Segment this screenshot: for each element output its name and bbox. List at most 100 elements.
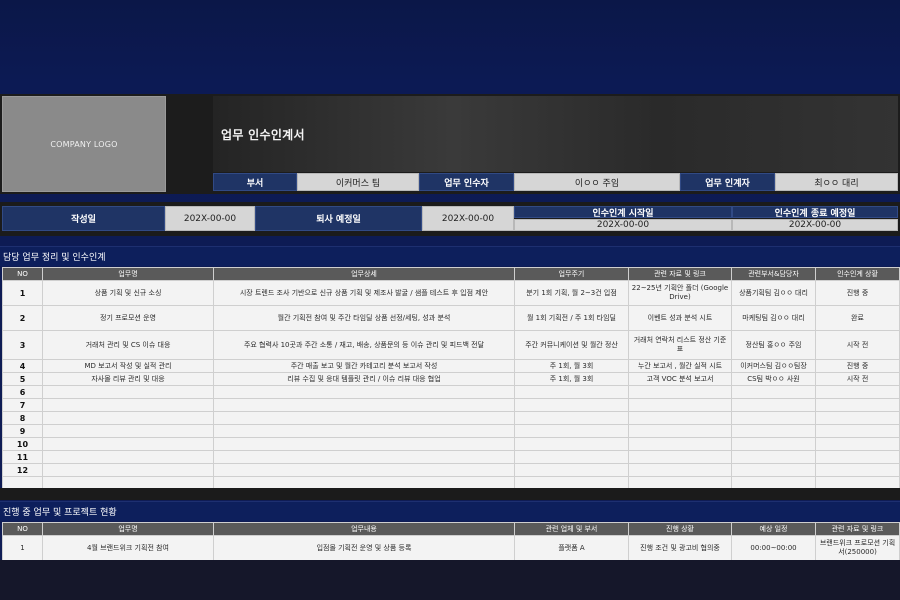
row-task-name[interactable]: 거래처 관리 및 CS 이슈 대응 <box>42 330 214 360</box>
row-references[interactable] <box>628 437 732 451</box>
row-partner[interactable]: 플랫폼 A <box>514 535 629 561</box>
row-task-detail[interactable] <box>213 411 515 425</box>
row-status[interactable]: 진행 중 <box>815 280 900 306</box>
col-task-name: 업무명 <box>42 267 214 281</box>
row-task-detail[interactable] <box>213 463 515 477</box>
row-task-detail[interactable]: 시장 트렌드 조사 기반으로 신규 상품 기획 및 제조사 발굴 / 샘플 테스… <box>213 280 515 306</box>
row-task-detail[interactable] <box>213 424 515 438</box>
duties-header-row: NO 업무명 업무상세 업무주기 관련 자료 및 링크 관련부서&담당자 인수인… <box>2 267 900 281</box>
row-owner[interactable]: 마케팅팀 김ㅇㅇ 대리 <box>731 305 816 331</box>
row-references[interactable] <box>628 424 732 438</box>
row-owner[interactable]: CS팀 박ㅇㅇ 사원 <box>731 372 816 386</box>
row-task-content[interactable]: 입점몰 기획전 운영 및 상품 등록 <box>213 535 515 561</box>
row-task-detail[interactable] <box>213 385 515 399</box>
bottom-band <box>0 560 900 600</box>
row-schedule[interactable]: 00:00~00:00 <box>731 535 816 561</box>
row-owner[interactable] <box>731 385 816 399</box>
section-duties-title: 담당 업무 정리 및 인수인계 <box>0 246 900 266</box>
row-owner[interactable]: 정산팀 홍ㅇㅇ 주임 <box>731 330 816 360</box>
row-status[interactable] <box>815 385 900 399</box>
row-references[interactable]: 거래처 연락처 리스트 정산 기준표 <box>628 330 732 360</box>
row-task-name[interactable] <box>42 424 214 438</box>
row-task-name[interactable]: 자사몰 리뷰 관리 및 대응 <box>42 372 214 386</box>
row-task-detail[interactable]: 주간 매출 보고 및 월간 카테고리 분석 보고서 작성 <box>213 359 515 373</box>
row-task-detail[interactable] <box>213 398 515 412</box>
row-status[interactable]: 완료 <box>815 305 900 331</box>
row-references[interactable]: 누간 보고서 , 월간 실적 시트 <box>628 359 732 373</box>
row-task-detail[interactable] <box>213 437 515 451</box>
row-status[interactable] <box>815 424 900 438</box>
table-row: 8 <box>2 411 900 425</box>
row-status[interactable] <box>815 450 900 464</box>
row-task-detail[interactable] <box>213 450 515 464</box>
row-task-cycle[interactable] <box>514 463 629 477</box>
row-task-name[interactable] <box>42 463 214 477</box>
row-task-cycle[interactable] <box>514 398 629 412</box>
row-task-cycle[interactable]: 분기 1회 기획, 월 2~3건 입점 <box>514 280 629 306</box>
row-task-cycle[interactable] <box>514 450 629 464</box>
leave-date-value[interactable]: 202X-00-00 <box>422 206 514 231</box>
row-task-cycle[interactable] <box>514 424 629 438</box>
row-owner[interactable]: 이커머스팀 김ㅇㅇ팀장 <box>731 359 816 373</box>
title-area <box>213 96 898 172</box>
row-task-cycle[interactable] <box>514 385 629 399</box>
row-task-name[interactable]: 4월 브랜드위크 기획전 참여 <box>42 535 214 561</box>
row-status[interactable]: 시작 전 <box>815 372 900 386</box>
row-task-detail[interactable]: 월간 기획전 참여 및 주간 타임딜 상품 선정/세팅, 성과 분석 <box>213 305 515 331</box>
row-references[interactable]: 브랜드위크 프로모션 기획서(250000) <box>815 535 900 561</box>
row-owner[interactable] <box>731 398 816 412</box>
row-status[interactable]: 시작 전 <box>815 330 900 360</box>
row-owner[interactable] <box>731 463 816 477</box>
row-progress[interactable]: 진행 조건 및 광고비 협의중 <box>628 535 732 561</box>
row-task-name[interactable]: 정기 프로모션 운영 <box>42 305 214 331</box>
row-task-cycle[interactable]: 월 1회 기획전 / 주 1회 타임딜 <box>514 305 629 331</box>
dept-value[interactable]: 이커머스 팀 <box>297 173 419 191</box>
row-task-name[interactable] <box>42 385 214 399</box>
row-task-cycle[interactable] <box>514 411 629 425</box>
row-references[interactable]: 고객 VOC 분석 보고서 <box>628 372 732 386</box>
row-references[interactable] <box>628 411 732 425</box>
row-task-cycle[interactable]: 주 1회, 월 3회 <box>514 359 629 373</box>
row-task-name[interactable] <box>42 411 214 425</box>
row-task-cycle[interactable]: 주간 커뮤니케이션 및 월간 정산 <box>514 330 629 360</box>
col-task-name: 업무명 <box>42 522 214 536</box>
row-no: 10 <box>2 437 43 451</box>
row-owner[interactable] <box>731 437 816 451</box>
section-gap <box>0 488 900 500</box>
row-task-detail[interactable]: 주요 협력사 10곳과 주간 소통 / 재고, 배송, 상품문의 등 이슈 관리… <box>213 330 515 360</box>
row-owner[interactable] <box>731 411 816 425</box>
table-row: 9 <box>2 424 900 438</box>
row-references[interactable] <box>628 385 732 399</box>
row-status[interactable]: 진행 중 <box>815 359 900 373</box>
row-references[interactable]: 이벤트 성과 분석 시트 <box>628 305 732 331</box>
handover-start-value[interactable]: 202X-00-00 <box>514 219 732 231</box>
row-status[interactable] <box>815 437 900 451</box>
row-task-name[interactable]: 상품 기획 및 신규 소싱 <box>42 280 214 306</box>
giver-value[interactable]: 최ㅇㅇ 대리 <box>775 173 898 191</box>
row-task-cycle[interactable]: 주 1회, 월 3회 <box>514 372 629 386</box>
written-date-value[interactable]: 202X-00-00 <box>165 206 255 231</box>
row-references[interactable]: 22~25년 기획안 폴더 (Google Drive) <box>628 280 732 306</box>
row-task-cycle[interactable] <box>514 437 629 451</box>
row-owner[interactable]: 상품기획팀 김ㅇㅇ 대리 <box>731 280 816 306</box>
projects-table-wrap: NO 업무명 업무내용 관련 업체 및 부서 진행 상황 예상 일정 관련 자료… <box>2 522 900 561</box>
receiver-value[interactable]: 이ㅇㅇ 주임 <box>514 173 680 191</box>
table-row: 1 상품 기획 및 신규 소싱 시장 트렌드 조사 기반으로 신규 상품 기획 … <box>2 280 900 306</box>
row-task-name[interactable]: MD 보고서 작성 및 실적 관리 <box>42 359 214 373</box>
row-task-name[interactable] <box>42 398 214 412</box>
row-status[interactable] <box>815 411 900 425</box>
row-no: 4 <box>2 359 43 373</box>
row-references[interactable] <box>628 398 732 412</box>
row-owner[interactable] <box>731 450 816 464</box>
row-task-detail[interactable]: 리뷰 수집 및 응대 템플릿 관리 / 이슈 리뷰 대응 협업 <box>213 372 515 386</box>
row-owner[interactable] <box>731 424 816 438</box>
row-no: 9 <box>2 424 43 438</box>
handover-end-value[interactable]: 202X-00-00 <box>732 219 898 231</box>
row-status[interactable] <box>815 398 900 412</box>
row-status[interactable] <box>815 463 900 477</box>
row-references[interactable] <box>628 463 732 477</box>
row-no: 5 <box>2 372 43 386</box>
row-references[interactable] <box>628 450 732 464</box>
row-task-name[interactable] <box>42 437 214 451</box>
row-task-name[interactable] <box>42 450 214 464</box>
